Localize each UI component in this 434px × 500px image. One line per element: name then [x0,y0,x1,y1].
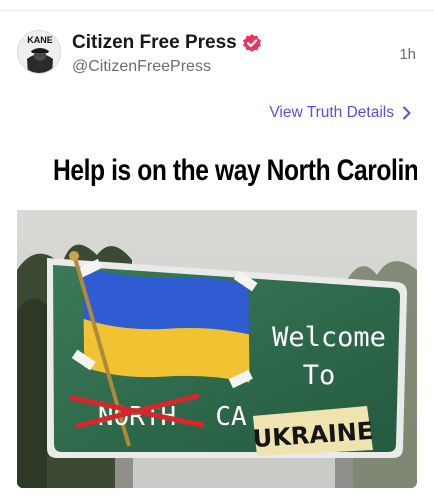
sign-line2: To [303,360,336,391]
media-caption: Help is on the way North Carolina [53,154,417,187]
post-header: KANE Citizen Free Press @CitizenFreePres… [0,28,434,82]
verified-badge-icon [243,34,261,52]
chevron-right-icon [403,106,411,120]
avatar-text: KANE [27,35,53,45]
sign-photo: Welcome To NORTH CA UKRAINE [17,210,417,488]
view-truth-details-link[interactable]: View Truth Details [269,104,412,122]
timestamp: 1h [399,46,416,63]
sign-line1: Welcome [272,322,386,353]
sign-partial-word: CA [215,402,247,432]
view-truth-details-label: View Truth Details [269,104,394,121]
top-divider [0,10,434,11]
author-name[interactable]: Citizen Free Press [72,32,237,54]
author-handle[interactable]: @CitizenFreePress [72,58,211,76]
avatar[interactable]: KANE [17,30,61,74]
post-media[interactable]: Help is on the way North Carolina Welcom… [17,146,417,488]
